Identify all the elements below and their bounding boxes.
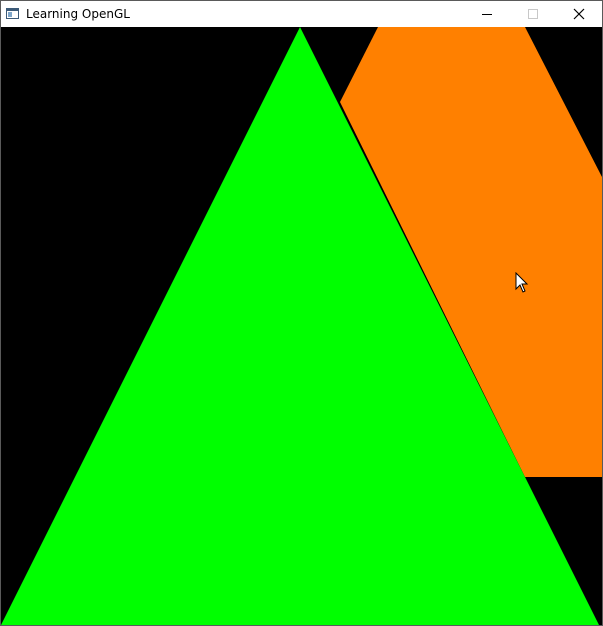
render-scene [1,27,602,625]
opengl-viewport[interactable] [1,27,602,625]
title-bar[interactable]: Learning OpenGL [1,1,602,27]
minimize-button[interactable] [464,1,510,27]
arrow-cursor-icon [515,271,529,294]
minimize-icon [482,14,492,15]
maximize-icon [528,9,538,19]
opengl-app-icon [6,8,19,19]
app-window: Learning OpenGL [0,0,603,626]
maximize-button[interactable] [510,1,556,27]
window-title: Learning OpenGL [26,7,130,21]
close-button[interactable] [556,1,602,27]
close-icon [573,8,585,20]
